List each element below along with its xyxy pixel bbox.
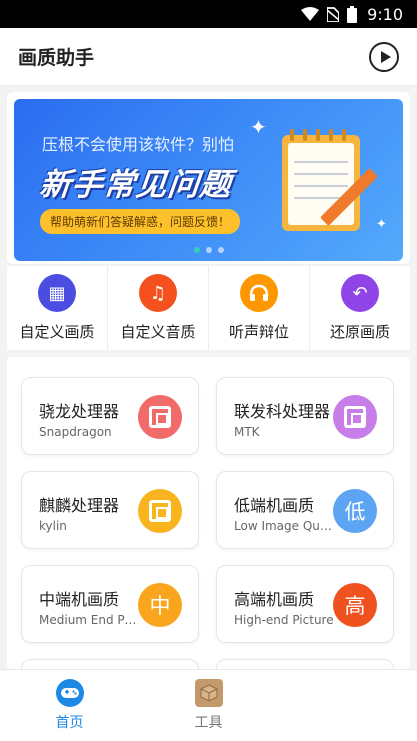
restore-icon: ↶ bbox=[341, 274, 379, 312]
carousel-dot bbox=[193, 247, 200, 253]
tab-home[interactable]: 首页 bbox=[0, 670, 139, 741]
preset-card-high-end[interactable]: 高端机画质 High-end Picture 高 bbox=[216, 565, 394, 643]
play-button[interactable] bbox=[369, 41, 399, 72]
banner-pill: 帮助萌新们答疑解惑，问题反馈！ bbox=[40, 209, 241, 234]
quick-action-label: 还原画质 bbox=[329, 323, 390, 341]
card-subtitle: Medium End Picture bbox=[39, 613, 139, 627]
toolbox-icon bbox=[194, 679, 223, 707]
preset-card-mid-end[interactable]: 中端机画质 Medium End Picture 中 bbox=[21, 565, 199, 643]
tab-label: 工具 bbox=[194, 715, 223, 731]
tab-tools[interactable]: 工具 bbox=[139, 670, 278, 741]
sparkle-icon: ✦ bbox=[250, 115, 267, 139]
card-title: 联发科处理器 bbox=[234, 402, 331, 421]
custom-quality-icon: ▦ bbox=[38, 274, 76, 312]
quick-action-label: 听声辩位 bbox=[228, 323, 289, 341]
card-subtitle: MTK bbox=[234, 425, 260, 439]
banner-subtitle: 压根不会使用该软件？别怕 bbox=[42, 135, 235, 154]
wifi-icon bbox=[301, 7, 320, 21]
app-title: 画质助手 bbox=[18, 47, 95, 69]
preset-card-mtk[interactable]: 联发科处理器 MTK bbox=[216, 377, 394, 455]
quick-action-sound-locate[interactable]: 听声辩位 bbox=[209, 266, 310, 350]
card-subtitle: kylin bbox=[39, 519, 67, 533]
quick-actions: ▦ 自定义画质 ♫ 自定义音质 听声辩位 ↶ 还原画质 bbox=[7, 266, 410, 350]
card-title: 低端机画质 bbox=[234, 496, 315, 515]
chip-icon bbox=[333, 395, 377, 439]
banner-section: 压根不会使用该软件？别怕 新手常见问题 帮助萌新们答疑解惑，问题反馈！ ✦ ✦ bbox=[7, 92, 410, 264]
music-note-icon: ♫ bbox=[139, 274, 177, 312]
bottom-nav: 首页 工具 bbox=[0, 669, 417, 741]
quick-action-custom-audio[interactable]: ♫ 自定义音质 bbox=[108, 266, 209, 350]
card-title: 高端机画质 bbox=[234, 590, 315, 609]
carousel-dot bbox=[217, 247, 224, 253]
banner-headline: 新手常见问题 bbox=[37, 167, 234, 203]
status-time: 9:10 bbox=[367, 4, 403, 24]
preset-card-partial[interactable] bbox=[216, 659, 394, 669]
card-subtitle: High-end Picture bbox=[234, 613, 334, 627]
quick-action-label: 自定义音质 bbox=[120, 323, 196, 341]
card-title: 麒麟处理器 bbox=[39, 496, 120, 515]
quick-action-custom-quality[interactable]: ▦ 自定义画质 bbox=[7, 266, 108, 350]
sparkle-icon: ✦ bbox=[376, 217, 387, 232]
carousel-indicator bbox=[14, 247, 403, 253]
preset-card-snapdragon[interactable]: 骁龙处理器 Snapdragon bbox=[21, 377, 199, 455]
preset-grid: 骁龙处理器 Snapdragon 联发科处理器 MTK 麒麟处理器 kylin … bbox=[7, 357, 410, 669]
preset-card-low-end[interactable]: 低端机画质 Low Image Quality 低 bbox=[216, 471, 394, 549]
quick-action-label: 自定义画质 bbox=[19, 323, 95, 341]
carousel-dot bbox=[205, 247, 212, 253]
card-title: 骁龙处理器 bbox=[39, 402, 120, 421]
banner-carousel[interactable]: 压根不会使用该软件？别怕 新手常见问题 帮助萌新们答疑解惑，问题反馈！ ✦ ✦ bbox=[14, 99, 403, 261]
card-title: 中端机画质 bbox=[39, 590, 120, 609]
app-bar: 画质助手 bbox=[0, 28, 417, 86]
chip-icon bbox=[138, 489, 182, 533]
card-subtitle: Low Image Quality bbox=[234, 519, 334, 533]
chip-icon bbox=[138, 395, 182, 439]
quick-action-restore-quality[interactable]: ↶ 还原画质 bbox=[310, 266, 410, 350]
battery-icon bbox=[347, 5, 358, 23]
card-subtitle: Snapdragon bbox=[39, 425, 112, 439]
gamepad-icon bbox=[55, 679, 84, 707]
preset-card-kylin[interactable]: 麒麟处理器 kylin bbox=[21, 471, 199, 549]
preset-card-partial[interactable] bbox=[21, 659, 199, 669]
tab-placeholder bbox=[278, 670, 417, 741]
high-badge-icon: 高 bbox=[333, 583, 377, 627]
headphones-icon bbox=[240, 274, 278, 312]
tab-label: 首页 bbox=[55, 715, 84, 731]
status-bar: 9:10 bbox=[0, 0, 417, 28]
low-badge-icon: 低 bbox=[333, 489, 377, 533]
mid-badge-icon: 中 bbox=[138, 583, 182, 627]
no-sim-icon bbox=[327, 7, 340, 22]
